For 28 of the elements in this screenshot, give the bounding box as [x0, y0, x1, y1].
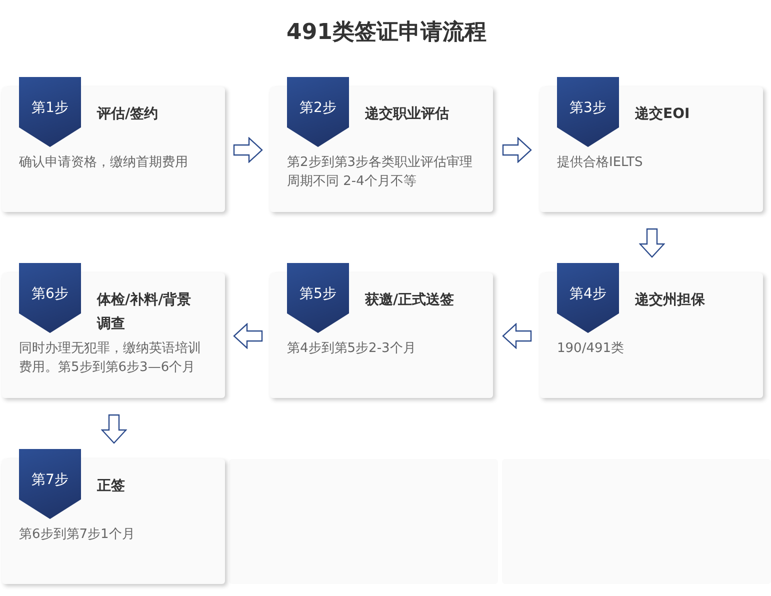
step-badge: 第1步: [19, 77, 81, 147]
step-description: 确认申请资格，缴纳首期费用: [18, 154, 189, 172]
arrow-icon: [232, 322, 262, 348]
step-description: 第2步到第3步各类职业评估审理周期不同 2-4个月不等: [286, 154, 473, 191]
step-title: 递交EOI: [635, 104, 691, 124]
page-title: 491类签证申请流程: [286, 18, 488, 47]
step-title: 正签: [97, 477, 126, 496]
step-badge: 第6步: [19, 263, 81, 333]
step-description: 第6步到第7步1个月: [18, 526, 136, 544]
step-title: 体检/补料/背景调查: [97, 291, 192, 334]
step-title: 获邀/正式送签: [365, 291, 456, 310]
step-description: 第4步到第5步2-3个月: [286, 340, 417, 358]
step-badge: 第5步: [287, 263, 349, 333]
step-title: 评估/签约: [97, 105, 160, 124]
arrow-icon: [232, 136, 262, 162]
step-title: 递交职业评估: [365, 104, 450, 124]
step-badge: 第4步: [557, 263, 619, 333]
step-description: 190/491类: [556, 340, 626, 358]
arrow-icon: [100, 414, 126, 444]
arrow-icon: [502, 136, 532, 162]
step-badge: 第2步: [287, 77, 349, 147]
arrow-icon: [638, 228, 664, 258]
step-description: 同时办理无犯罪，缴纳英语培训费用。第5步到第6步3—6个月: [18, 340, 202, 377]
step-title: 递交州担保: [635, 290, 706, 310]
step-badge: 第7步: [19, 449, 81, 519]
arrow-icon: [502, 322, 532, 348]
step-badge: 第3步: [557, 77, 619, 147]
step-description: 提供合格IELTS: [556, 154, 644, 172]
